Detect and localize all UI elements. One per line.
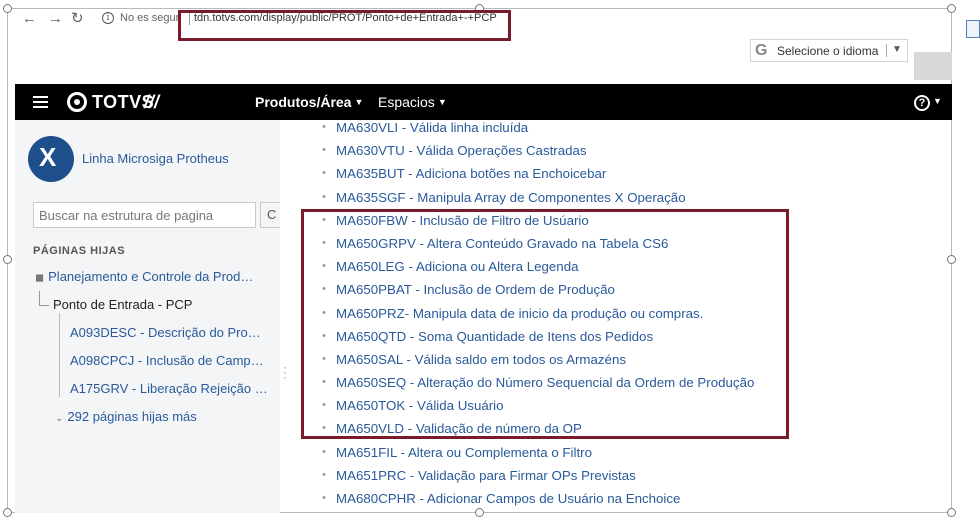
- tree-connector: [39, 291, 49, 306]
- sidebar-resize-handle[interactable]: · · ·: [283, 361, 287, 383]
- language-selector-divider: [886, 44, 887, 57]
- resize-handle[interactable]: [3, 508, 12, 517]
- reload-icon[interactable]: ↻: [71, 10, 84, 28]
- item-description: - Altera ou Complementa o Filtro: [396, 444, 592, 460]
- totvs-logo-slashes: ///: [144, 92, 160, 112]
- help-menu-button[interactable]: ? ▼: [914, 93, 942, 111]
- chevron-down-icon: ▼: [354, 97, 364, 107]
- tree-child-desc: - Liberação Rejeição …: [128, 381, 268, 396]
- tree-connector: [59, 313, 60, 397]
- tree-child-code: A093DESC: [70, 325, 137, 340]
- nav-espacios-menu[interactable]: Espacios ▼: [378, 94, 447, 110]
- tree-child-desc: - Inclusão de Camp…: [134, 353, 264, 368]
- chevron-down-icon: ▼: [933, 96, 942, 106]
- back-arrow-icon[interactable]: ←: [22, 10, 37, 28]
- tree-child-page[interactable]: A175GRV - Liberação Rejeição …: [70, 381, 268, 396]
- item-description: - Adicionar Campos de Usuário na Enchoic…: [415, 491, 681, 506]
- tree-current-page[interactable]: Ponto de Entrada - PCP: [53, 297, 192, 312]
- tree-child-desc: - Descrição do Pro…: [136, 325, 261, 340]
- language-selector-label: Selecione o idioma: [777, 44, 879, 58]
- item-code-link[interactable]: MA635BUT: [336, 166, 404, 181]
- more-child-pages-link[interactable]: ⌄ 292 páginas hijas más: [55, 409, 197, 424]
- help-icon: ?: [914, 95, 930, 111]
- gray-button[interactable]: [914, 52, 952, 80]
- item-code-link[interactable]: MA680CPHR: [336, 491, 416, 506]
- item-description: - Adiciona botões na Enchoicebar: [404, 166, 607, 182]
- space-name-link[interactable]: Linha Microsiga Protheus: [82, 151, 229, 166]
- item-description: - Válida Operações Castradas: [404, 143, 587, 159]
- nav-produtos-menu[interactable]: Produtos/Área ▼: [255, 94, 363, 110]
- tree-parent-label: Planejamento e Controle da Prod…: [48, 269, 254, 284]
- top-navigation-bar: TOTVS /// Produtos/Área ▼ Espacios ▼ ? ▼: [15, 84, 952, 120]
- forward-arrow-icon[interactable]: →: [48, 10, 63, 28]
- list-item[interactable]: MA630VTU - Válida Operações Castradas: [320, 139, 940, 162]
- tree-parent-page[interactable]: ◼ Planejamento e Controle da Prod…: [35, 269, 253, 284]
- document-icon[interactable]: [966, 20, 980, 38]
- list-item[interactable]: MA680CPHR - Adicionar Campos de Usuário …: [320, 487, 940, 510]
- nav-produtos-label: Produtos/Área: [255, 94, 352, 110]
- resize-handle[interactable]: [947, 508, 956, 517]
- sidebar: X Linha Microsiga Protheus C PÁGINAS HIJ…: [15, 120, 280, 513]
- item-description: - Validação para Firmar OPs Previstas: [406, 467, 636, 483]
- page-tree-search-input[interactable]: [33, 202, 256, 228]
- space-avatar[interactable]: X: [28, 136, 74, 182]
- resize-handle[interactable]: [3, 255, 12, 264]
- language-selector[interactable]: G Selecione o idioma ▼: [750, 39, 908, 62]
- page-tree-icon: ◼: [35, 272, 45, 284]
- url-highlight-box: [178, 10, 511, 41]
- item-description: - Válida linha incluída: [398, 120, 529, 135]
- tree-child-page[interactable]: A093DESC - Descrição do Pro…: [70, 325, 261, 340]
- list-item[interactable]: MA651PRC - Validação para Firmar OPs Pre…: [320, 464, 940, 487]
- item-code-link[interactable]: MA635SGF: [336, 190, 405, 205]
- list-item[interactable]: MA651FIL - Altera ou Complementa o Filtr…: [320, 441, 940, 464]
- list-item[interactable]: MA630VLI - Válida linha incluída: [320, 116, 940, 139]
- item-code-link[interactable]: MA630VLI: [336, 120, 398, 135]
- tree-child-code: A175GRV: [70, 381, 129, 396]
- nav-espacios-label: Espacios: [378, 94, 435, 110]
- item-code-link[interactable]: MA630VTU: [336, 143, 405, 158]
- tree-child-code: A098CPCJ: [70, 353, 135, 368]
- hamburger-menu-icon[interactable]: [33, 96, 48, 108]
- list-item[interactable]: MA635SGF - Manipula Array de Componentes…: [320, 186, 940, 209]
- more-child-pages-label: 292 páginas hijas más: [67, 409, 197, 424]
- chevron-down-icon: ⌄: [55, 413, 64, 424]
- list-item[interactable]: MA635BUT - Adiciona botões na Enchoiceba…: [320, 162, 940, 185]
- child-pages-heading: PÁGINAS HIJAS: [33, 245, 126, 257]
- dropdown-arrow-icon[interactable]: ▼: [892, 44, 902, 55]
- item-code-link[interactable]: MA651FIL: [336, 445, 397, 460]
- totvs-logo-icon[interactable]: [67, 92, 87, 112]
- chevron-down-icon: ▼: [437, 97, 447, 107]
- list-highlight-box: [301, 209, 789, 439]
- item-description: - Manipula Array de Componentes X Operaç…: [405, 189, 686, 205]
- google-icon: G: [755, 42, 768, 59]
- search-button[interactable]: C: [260, 202, 280, 228]
- security-indicator[interactable]: No es segur: [120, 12, 179, 24]
- item-code-link[interactable]: MA651PRC: [336, 468, 406, 483]
- tree-child-page[interactable]: A098CPCJ - Inclusão de Camp…: [70, 353, 264, 368]
- resize-handle[interactable]: [947, 255, 956, 264]
- info-icon[interactable]: i: [102, 12, 114, 24]
